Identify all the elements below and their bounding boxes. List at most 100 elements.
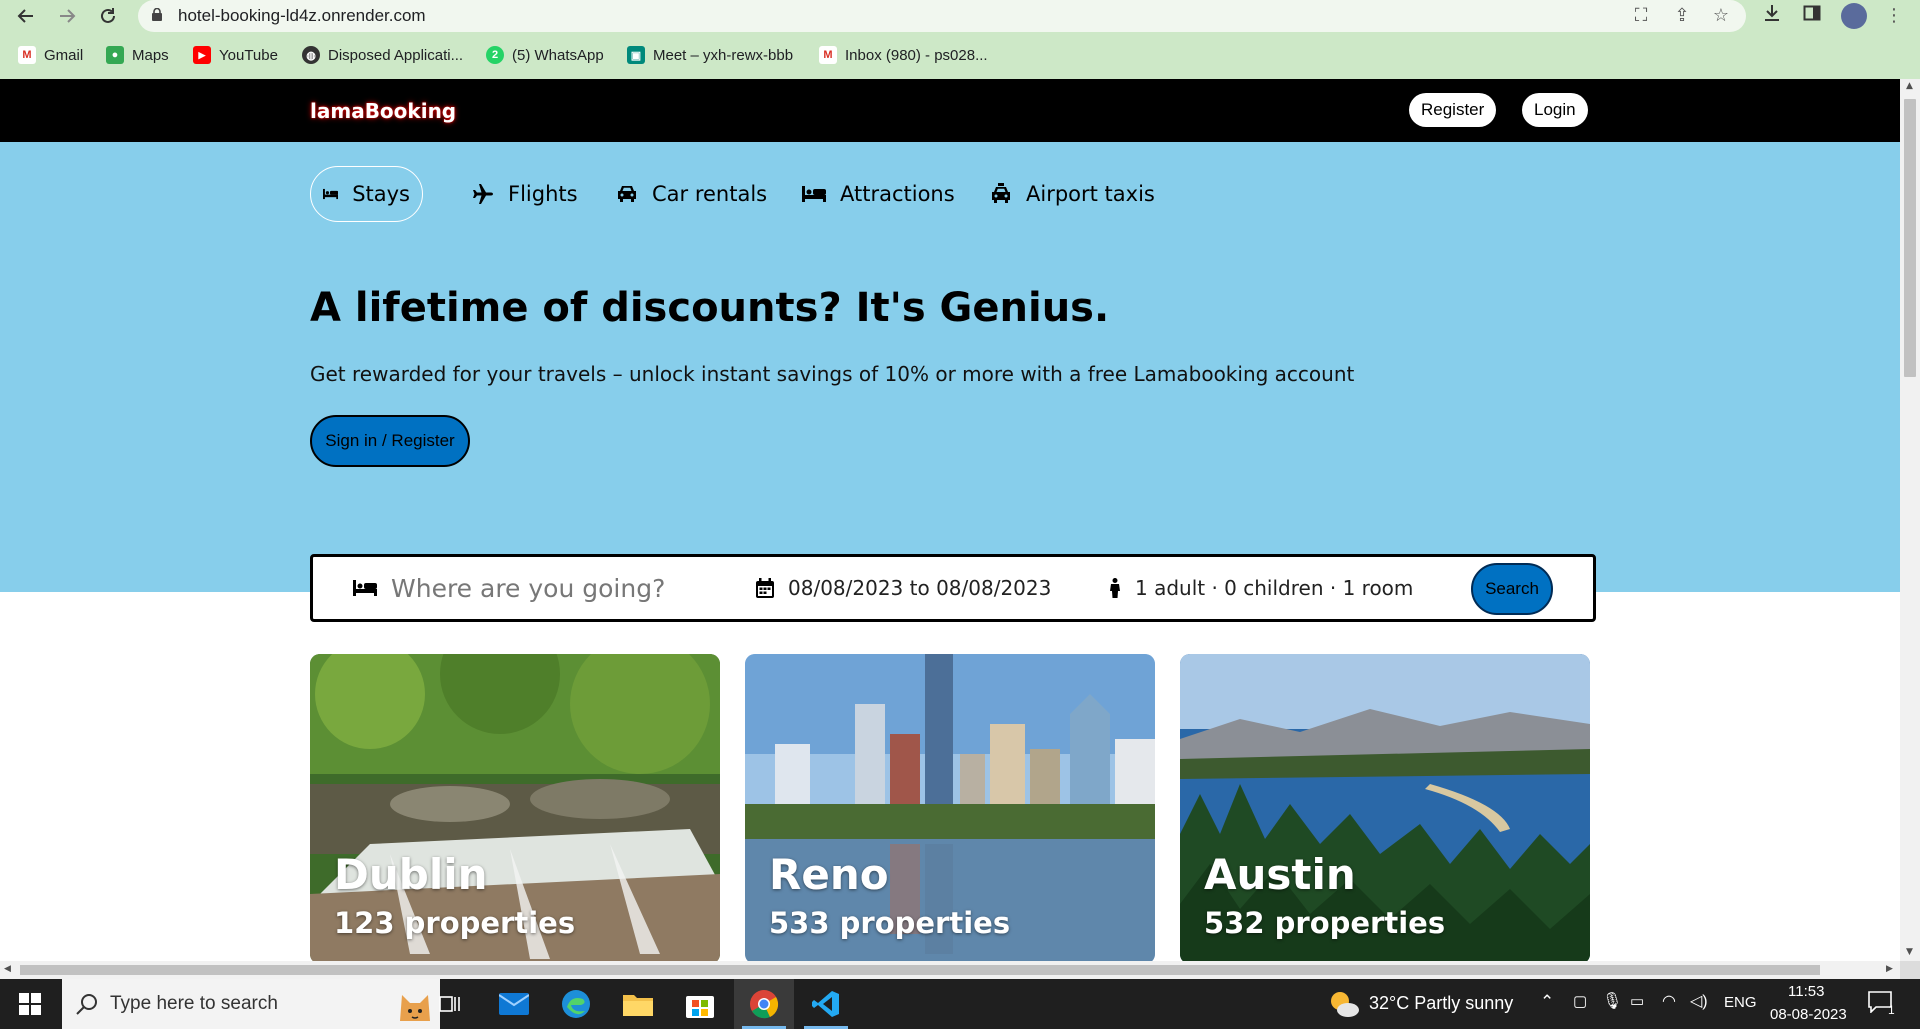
car-icon <box>618 186 636 202</box>
property-count: 532 properties <box>1204 906 1446 940</box>
sign-in-register-button[interactable]: Sign in / Register <box>310 415 470 467</box>
taskbar-search-placeholder: Type here to search <box>110 993 278 1014</box>
windows-logo-icon <box>19 993 41 1015</box>
download-icon[interactable] <box>1761 4 1783 26</box>
bookmark-gmail[interactable]: M Gmail <box>18 42 83 68</box>
hero-subtitle: Get rewarded for your travels – unlock i… <box>310 362 1355 386</box>
login-button[interactable]: Login <box>1522 93 1588 127</box>
bookmarks-bar: M Gmail ● Maps ▶ YouTube ◍ Disposed Applicat… <box>0 42 1920 68</box>
bookmark-youtube[interactable]: ▶ YouTube <box>193 42 278 68</box>
city-card-dublin[interactable]: Dublin 123 properties <box>310 654 720 961</box>
chrome-app-icon[interactable] <box>734 979 794 1029</box>
file-explorer-icon[interactable] <box>608 979 668 1029</box>
tab-label: Car rentals <box>652 182 768 206</box>
destination-field[interactable]: Where are you going? <box>353 557 665 619</box>
translate-icon[interactable]: ⛶ <box>1630 5 1652 27</box>
back-arrow-icon[interactable] <box>13 3 39 29</box>
tab-label: Flights <box>508 182 578 206</box>
language-indicator[interactable]: ENG <box>1724 994 1757 1011</box>
scrollbar-corner <box>1900 961 1920 979</box>
notification-center-button[interactable]: 1 <box>1868 991 1908 1019</box>
tab-airport-taxis[interactable]: Airport taxis <box>990 166 1155 222</box>
address-bar[interactable]: hotel-booking-ld4z.onrender.com ⛶ ⇪ ☆ <box>138 0 1746 32</box>
bookmark-label: Inbox (980) - ps028... <box>845 46 988 64</box>
bookmark-label: Maps <box>132 46 169 64</box>
task-view-icon[interactable] <box>420 979 480 1029</box>
tab-label: Airport taxis <box>1026 182 1155 206</box>
search-button[interactable]: Search <box>1471 563 1553 615</box>
reload-icon[interactable] <box>95 3 121 29</box>
scroll-up-icon[interactable]: ▲ <box>1906 81 1913 91</box>
vertical-scroll-thumb[interactable] <box>1904 99 1916 377</box>
city-card-reno[interactable]: Reno 533 properties <box>745 654 1155 961</box>
microphone-icon[interactable]: 🎙 <box>1602 991 1622 1011</box>
scroll-left-icon[interactable]: ◀ <box>4 964 11 974</box>
site-logo[interactable]: lamaBooking <box>310 99 456 123</box>
vertical-scrollbar[interactable]: ▲ ▼ <box>1900 79 1920 961</box>
tab-car-rentals[interactable]: Car rentals <box>616 166 767 222</box>
gmail-icon: M <box>18 46 36 64</box>
show-hidden-icons-icon[interactable]: ⌃ <box>1540 992 1554 1012</box>
meet-now-icon[interactable]: ▢ <box>1573 992 1587 1010</box>
maps-icon: ● <box>106 46 124 64</box>
bookmark-whatsapp[interactable]: 2 (5) WhatsApp <box>486 42 604 68</box>
bookmark-maps[interactable]: ● Maps <box>106 42 169 68</box>
bookmark-label: Meet – yxh-rewx-bbb <box>653 46 794 64</box>
bookmark-meet[interactable]: ▣ Meet – yxh-rewx-bbb <box>627 42 793 68</box>
scroll-right-icon[interactable]: ▶ <box>1886 964 1893 974</box>
taskbar: Type here to search 32°C Partly sunny ⌃ … <box>0 979 1920 1029</box>
clock-date[interactable]: 08-08-2023 <box>1770 1006 1847 1023</box>
guests-field[interactable]: 1 adult · 0 children · 1 room <box>1109 557 1413 619</box>
property-count: 123 properties <box>334 906 576 940</box>
person-icon <box>1110 578 1120 598</box>
calendar-icon <box>756 578 774 598</box>
meet-icon: ▣ <box>627 46 645 64</box>
address-row: hotel-booking-ld4z.onrender.com ⛶ ⇪ ☆ ⋮ <box>0 0 1920 32</box>
gmail-icon: M <box>819 46 837 64</box>
volume-icon[interactable]: ◁) <box>1690 991 1708 1011</box>
tab-flights[interactable]: Flights <box>472 166 578 222</box>
taskbar-search[interactable]: Type here to search <box>62 979 440 1029</box>
edge-browser-icon[interactable] <box>546 979 606 1029</box>
bookmark-inbox[interactable]: M Inbox (980) - ps028... <box>819 42 988 68</box>
plane-icon <box>473 184 493 204</box>
search-bar: Where are you going? 08/08/2023 to 08/08… <box>310 554 1596 622</box>
property-count: 533 properties <box>769 906 1011 940</box>
horizontal-scroll-thumb[interactable] <box>20 965 1820 975</box>
whatsapp-icon: 2 <box>486 46 504 64</box>
date-range-text: 08/08/2023 to 08/08/2023 <box>788 576 1052 600</box>
date-field[interactable]: 08/08/2023 to 08/08/2023 <box>756 557 1051 619</box>
destination-input[interactable]: Where are you going? <box>391 574 665 603</box>
wifi-icon[interactable]: ◠ <box>1662 991 1676 1011</box>
start-button[interactable] <box>0 979 60 1029</box>
battery-icon[interactable]: ▭ <box>1630 992 1644 1010</box>
taxi-icon <box>992 183 1010 203</box>
forward-arrow-icon[interactable] <box>54 3 80 29</box>
horizontal-scrollbar[interactable]: ◀ ▶ <box>0 961 1900 979</box>
profile-avatar[interactable] <box>1841 3 1867 29</box>
tab-attractions[interactable]: Attractions <box>802 166 955 222</box>
mail-app-icon[interactable] <box>484 979 544 1029</box>
scroll-down-icon[interactable]: ▼ <box>1906 947 1913 957</box>
bed-icon <box>353 580 377 596</box>
vscode-app-icon[interactable] <box>796 979 856 1029</box>
clock-time[interactable]: 11:53 <box>1788 983 1824 1000</box>
side-panel-icon[interactable] <box>1801 4 1823 26</box>
share-icon[interactable]: ⇪ <box>1671 5 1693 27</box>
menu-dots-icon[interactable]: ⋮ <box>1883 5 1905 27</box>
store-app-icon[interactable] <box>670 979 730 1029</box>
city-card-austin[interactable]: Austin 532 properties <box>1180 654 1590 961</box>
notification-count: 1 <box>1888 1003 1895 1017</box>
weather-partly-sunny-icon[interactable] <box>1328 989 1360 1019</box>
register-button[interactable]: Register <box>1409 93 1497 127</box>
youtube-icon: ▶ <box>193 46 211 64</box>
tab-stays[interactable]: Stays <box>310 166 423 222</box>
bed-icon <box>323 188 339 200</box>
weather-text[interactable]: 32°C Partly sunny <box>1369 993 1513 1014</box>
featured-cities: Dublin 123 properties Reno 533 propertie… <box>310 654 1590 961</box>
tab-label: Stays <box>352 182 410 206</box>
star-icon[interactable]: ☆ <box>1710 5 1732 27</box>
bookmark-disposed[interactable]: ◍ Disposed Applicati... <box>302 42 463 68</box>
bookmark-label: (5) WhatsApp <box>512 46 604 64</box>
guests-text: 1 adult · 0 children · 1 room <box>1135 576 1414 600</box>
